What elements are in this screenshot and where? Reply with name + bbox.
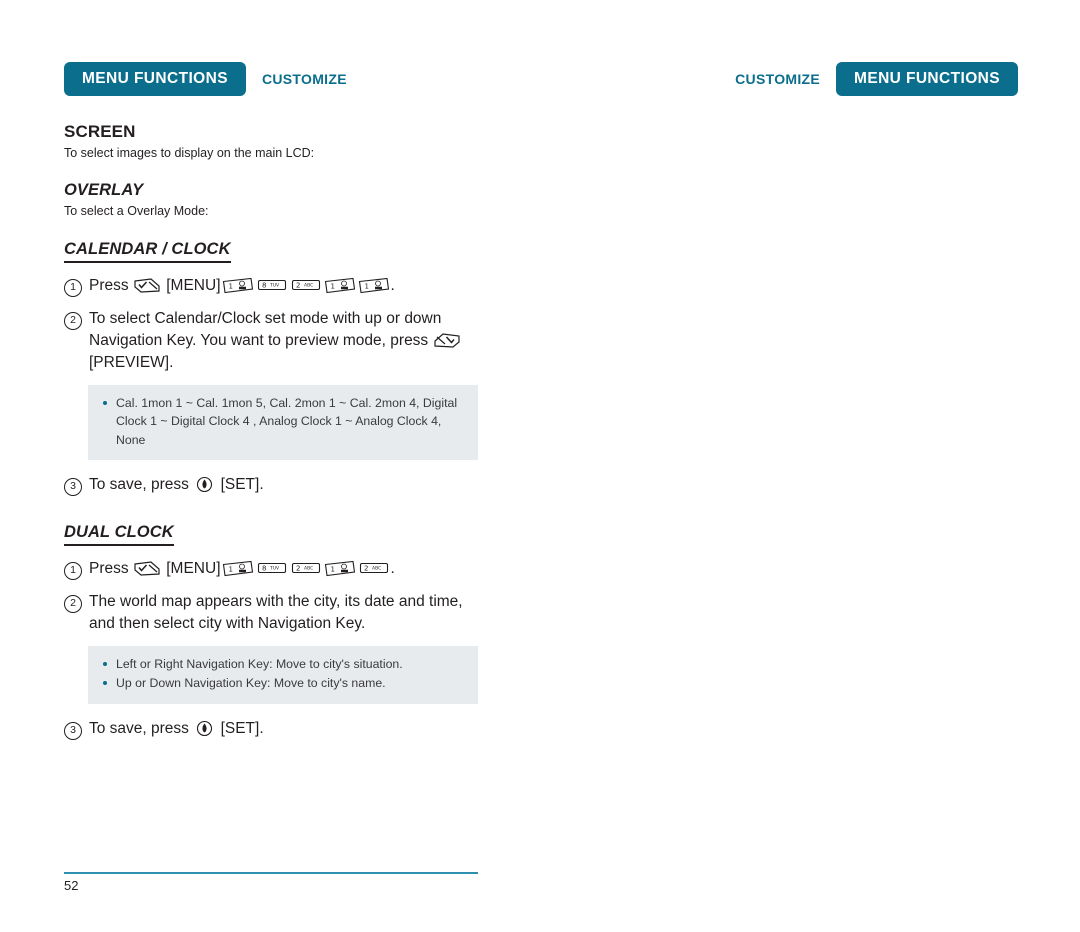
page-number: 52 [64,878,79,893]
step-text-before: To select Calendar/Clock set mode with u… [89,309,442,349]
header-tab-menu-functions: MENU FUNCTIONS [64,61,246,97]
key-8-icon: 8 TUV [257,562,286,574]
set-key-icon [197,477,213,493]
svg-text:2: 2 [364,565,368,573]
note-item: Cal. 1mon 1 ~ Cal. 1mon 5, Cal. 2mon 1 ~… [102,394,464,449]
menu-label: [MENU] [166,560,221,577]
step-suffix: . [390,560,395,577]
note-item: Left or Right Navigation Key: Move to ci… [102,655,464,673]
step-number: 3 [64,718,89,740]
svg-text:8: 8 [262,281,266,289]
preview-softkey-icon [433,333,460,348]
step-item: 2 The world map appears with the city, i… [64,591,478,635]
header-tab-menu-functions: MENU FUNCTIONS [836,61,1018,97]
key-1-icon: 1 [222,560,253,577]
subsection-title-calendar-clock: CALENDAR / CLOCK [64,240,231,263]
key-1-icon: 1 [324,560,355,577]
left-page: MENU FUNCTIONS CUSTOMIZE SCREEN To selec… [0,0,540,932]
step-text-after: [PREVIEW]. [89,353,174,371]
key-2-icon: 2 ABC [291,279,320,290]
subsection-lede-overlay: To select a Overlay Mode: [64,204,209,219]
step-number: 1 [64,275,89,297]
subsection-title-overlay: OVERLAY [64,181,144,200]
svg-text:TUV: TUV [269,566,280,572]
step-item: 1 Press [MENU] 1 8 TUV 2 ABC 1 2 ABC. [64,558,478,580]
keypress-sequence: 1 8 TUV 2 ABC 1 2 ABC [221,560,391,577]
key-8-icon: 8 TUV [257,279,286,290]
left-page-header: MENU FUNCTIONS CUSTOMIZE [64,61,347,97]
svg-text:8: 8 [262,565,266,573]
header-kicker-customize: CUSTOMIZE [261,71,347,87]
note-box-calendar-clock: Cal. 1mon 1 ~ Cal. 1mon 5, Cal. 2mon 1 ~… [88,384,478,461]
step-text: The world map appears with the city, its… [89,593,463,632]
step-item: 3 To save, press [SET]. [64,474,478,497]
svg-text:2: 2 [296,565,300,573]
step-item: 2 To select Calendar/Clock set mode with… [64,308,478,374]
step-item: 3 To save, press [SET]. [64,718,478,740]
keypress-sequence: 1 8 TUV 2 ABC 1 1 [221,277,391,294]
menu-softkey-icon [134,561,160,576]
key-1-icon: 1 [222,277,253,294]
step-number: 1 [64,558,89,580]
step-item: 1 Press [MENU] 1 8 TUV 2 ABC 1 1. [64,275,478,297]
header-kicker-customize: CUSTOMIZE [735,71,821,87]
svg-text:1: 1 [228,282,232,290]
svg-text:1: 1 [330,566,334,574]
step-text: To select Calendar/Clock set mode with u… [89,308,478,374]
step-number: 2 [64,308,89,330]
svg-text:1: 1 [330,282,334,290]
step-prefix: Press [89,560,129,577]
step-number: 3 [64,474,89,497]
key-1-icon: 1 [324,277,355,294]
key-2-icon: 2 ABC [291,562,320,574]
menu-softkey-icon [134,278,160,293]
step-text: Press [MENU] 1 8 TUV 2 ABC 1 1. [89,275,478,297]
menu-label: [MENU] [166,276,221,294]
section-lede-screen: To select images to display on the main … [64,145,315,160]
step-text: Press [MENU] 1 8 TUV 2 ABC 1 2 ABC. [89,558,478,580]
svg-text:1: 1 [228,566,232,574]
step-text-before: To save, press [89,476,189,494]
svg-text:TUV: TUV [269,282,280,288]
subsection-title-dual-clock: DUAL CLOCK [64,523,174,546]
left-page-content: SCREEN To select images to display on th… [64,122,478,751]
step-text: To save, press [SET]. [89,718,478,740]
svg-text:ABC: ABC [372,566,381,572]
svg-text:ABC: ABC [304,566,313,572]
key-2-icon: 2 ABC [359,562,388,574]
note-item: Up or Down Navigation Key: Move to city'… [102,674,464,692]
right-page: MENU FUNCTIONS CUSTOMIZE ANIMATED STICKE… [540,0,1080,932]
section-title-screen: SCREEN [64,122,136,141]
step-suffix: . [390,276,395,294]
svg-text:2: 2 [296,281,300,289]
step-text-before: To save, press [89,719,189,737]
manual-spread: MENU FUNCTIONS CUSTOMIZE SCREEN To selec… [0,0,1080,932]
right-page-header: MENU FUNCTIONS CUSTOMIZE [735,61,1018,97]
set-key-icon [197,720,213,736]
svg-text:1: 1 [364,282,368,290]
step-text: To save, press [SET]. [89,474,478,496]
note-box-dual-clock: Left or Right Navigation Key: Move to ci… [88,646,478,704]
step-text-after: [SET]. [220,719,264,737]
key-1-icon: 1 [358,277,389,294]
step-prefix: Press [89,276,129,294]
svg-text:ABC: ABC [304,282,313,288]
left-page-footer: 52 [64,872,478,896]
step-text-after: [SET]. [220,476,264,494]
step-number: 2 [64,591,89,613]
